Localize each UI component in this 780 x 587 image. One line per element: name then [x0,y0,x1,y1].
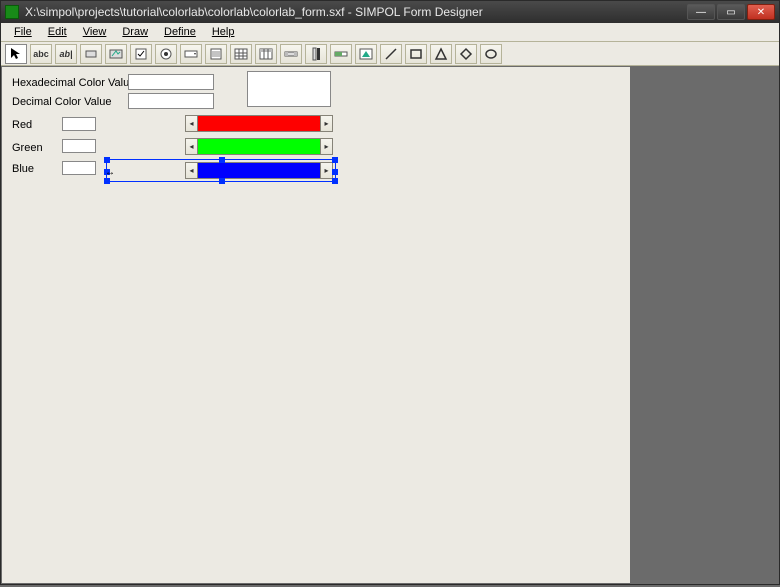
menu-help[interactable]: Help [205,25,242,39]
app-window: X:\simpol\projects\tutorial\colorlab\col… [0,0,780,585]
scroll-left-blue[interactable]: ◂ [185,162,198,179]
field-green[interactable] [62,139,96,153]
label-blue: Blue [12,163,34,175]
color-preview [247,71,331,107]
selection-handle-sw[interactable] [104,178,110,184]
tool-triangle[interactable] [430,44,452,64]
field-dec[interactable] [128,93,214,109]
tool-bitmap-button[interactable] [105,44,127,64]
tool-grid[interactable] [230,44,252,64]
selection-handle-nw[interactable] [104,157,110,163]
toolbar: abc ab| [1,42,779,66]
scrollbar-red[interactable]: ◂ ▸ [185,115,333,132]
tool-pointer[interactable] [5,44,27,64]
scroll-left-green[interactable]: ◂ [185,138,198,155]
tool-ellipse[interactable] [480,44,502,64]
tool-line[interactable] [380,44,402,64]
window-controls: — ▭ ✕ [687,4,775,20]
label-green: Green [12,142,43,154]
tool-textbox[interactable]: ab| [55,44,77,64]
tool-diamond[interactable] [455,44,477,64]
scroll-left-red[interactable]: ◂ [185,115,198,132]
workspace[interactable]: Hexadecimal Color Value Decimal Color Va… [2,67,630,583]
tool-option[interactable] [155,44,177,64]
menu-file[interactable]: File [7,25,39,39]
field-blue[interactable] [62,161,96,175]
minimize-button[interactable]: — [687,4,715,20]
tool-label[interactable]: abc [30,44,52,64]
app-icon [5,5,19,19]
tool-scroll-h[interactable] [280,44,302,64]
tool-gauge[interactable] [330,44,352,64]
tool-rectangle[interactable] [405,44,427,64]
scroll-right-blue[interactable]: ▸ [320,162,333,179]
menubar: File Edit View Draw Define Help [1,23,779,42]
label-dec: Decimal Color Value [12,96,111,108]
scrollbar-green[interactable]: ◂ ▸ [185,138,333,155]
tool-image[interactable] [355,44,377,64]
close-button[interactable]: ✕ [747,4,775,20]
right-empty-panel [628,67,778,583]
scroll-track-green[interactable] [198,138,320,155]
menu-view[interactable]: View [76,25,114,39]
maximize-button[interactable]: ▭ [717,4,745,20]
tool-button[interactable] [80,44,102,64]
label-red: Red [12,119,32,131]
field-hex[interactable] [128,74,214,90]
menu-draw[interactable]: Draw [115,25,155,39]
titlebar[interactable]: X:\simpol\projects\tutorial\colorlab\col… [1,1,779,23]
tool-datagrid[interactable] [255,44,277,64]
tool-combo[interactable] [180,44,202,64]
scroll-right-red[interactable]: ▸ [320,115,333,132]
menu-edit[interactable]: Edit [41,25,74,39]
scroll-track-blue[interactable] [198,162,320,179]
label-hex: Hexadecimal Color Value [12,77,135,89]
tool-checkbox[interactable] [130,44,152,64]
scroll-right-green[interactable]: ▸ [320,138,333,155]
scroll-track-red[interactable] [198,115,320,132]
tool-listbox[interactable] [205,44,227,64]
field-red[interactable] [62,117,96,131]
form-canvas[interactable]: Hexadecimal Color Value Decimal Color Va… [2,67,630,587]
scrollbar-blue[interactable]: ◂ ▸ [185,162,333,179]
menu-define[interactable]: Define [157,25,203,39]
window-title: X:\simpol\projects\tutorial\colorlab\col… [25,5,687,19]
resize-cursor-icon: ↔ [105,167,115,178]
tool-scroll-v[interactable] [305,44,327,64]
